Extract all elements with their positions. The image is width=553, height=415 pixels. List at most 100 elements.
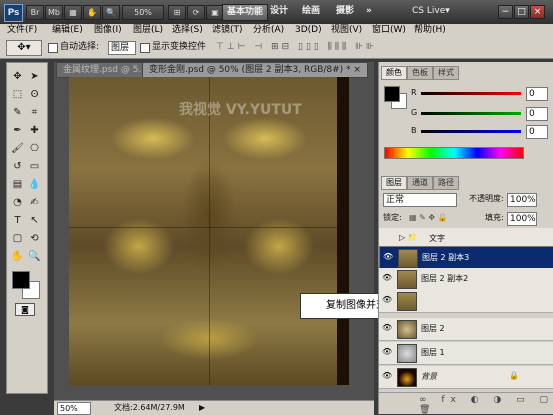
blend-mode-dropdown[interactable]: 正常 <box>383 193 457 207</box>
menu-layer[interactable]: 图层(L) <box>133 24 163 37</box>
blue-value-field[interactable]: 0 <box>526 125 548 139</box>
layer-name: 文字 <box>429 234 445 243</box>
show-transform-checkbox[interactable] <box>140 43 150 53</box>
view-extras-button[interactable]: ▦ <box>64 5 82 20</box>
menu-image[interactable]: 图像(I) <box>94 24 122 37</box>
opacity-field[interactable]: 100% <box>507 193 537 207</box>
hand-icon[interactable]: ✋ <box>83 5 101 20</box>
menu-help[interactable]: 帮助(H) <box>414 24 446 37</box>
marquee-tool-icon[interactable]: ⬚ <box>10 87 25 102</box>
dodge-tool-icon[interactable]: ◔ <box>10 195 25 210</box>
menu-analysis[interactable]: 分析(A) <box>253 24 284 37</box>
close-tab-icon[interactable]: × <box>353 65 361 75</box>
tab-transformers[interactable]: 变形金刚.psd @ 50% (图层 2 副本3, RGB/8#) * × <box>142 62 368 78</box>
foreground-color-swatch[interactable] <box>12 271 30 289</box>
menu-file[interactable]: 文件(F) <box>7 24 37 37</box>
layer-row-copy3[interactable]: 👁 图层 2 副本3 <box>379 246 553 270</box>
layer-row-hidden[interactable]: 👁 <box>379 290 553 313</box>
menu-window[interactable]: 窗口(W) <box>372 24 406 37</box>
quick-select-icon[interactable]: ✎ <box>10 105 25 120</box>
menu-view[interactable]: 视图(V) <box>331 24 362 37</box>
zoom-level-select[interactable]: 50% <box>122 5 164 20</box>
visibility-icon[interactable]: 👁 <box>382 295 392 305</box>
3d-rotate-icon[interactable]: ⟲ <box>27 231 42 246</box>
workspace-photography[interactable]: 摄影 <box>336 4 354 19</box>
tab-swatches[interactable]: 色板 <box>407 66 433 80</box>
menu-filter[interactable]: 滤镜(T) <box>212 24 243 37</box>
eraser-icon[interactable]: ▭ <box>27 159 42 174</box>
visibility-icon[interactable]: 👁 <box>382 273 392 283</box>
lock-label: 锁定: <box>383 213 402 222</box>
lock-icons[interactable]: ▦ ✎ ✥ 🔒 <box>409 212 448 224</box>
gradient-tool-icon[interactable]: ▤ <box>10 177 25 192</box>
green-slider[interactable] <box>421 112 521 115</box>
visibility-icon[interactable]: 👁 <box>382 323 392 333</box>
visibility-icon[interactable] <box>382 233 392 243</box>
bridge-button[interactable]: Br <box>26 5 44 20</box>
path-select-icon[interactable]: ↖ <box>27 213 42 228</box>
workspace-design[interactable]: 设计 <box>270 4 288 19</box>
align-buttons[interactable]: ⊤⊥⊢ ⊣ ⊞⊟ ▯▯▯ ⫼⫼⫼ ⊪⊪ <box>216 42 377 52</box>
document-canvas[interactable]: 我视觉 VY.YUTUT <box>69 77 349 385</box>
menu-bar: 文件(F) 编辑(E) 图像(I) 图层(L) 选择(S) 滤镜(T) 分析(A… <box>0 24 553 38</box>
move-tool-icon[interactable]: ✥ <box>10 69 25 84</box>
tab-color[interactable]: 颜色 <box>381 66 407 80</box>
layer-row-layer1[interactable]: 👁 图层 1 <box>379 342 553 365</box>
workspace-essentials[interactable]: 基本功能 <box>222 4 269 21</box>
auto-select-checkbox[interactable] <box>48 43 58 53</box>
zoom-tool-panel-icon[interactable]: 🔍 <box>27 249 42 264</box>
visibility-icon[interactable]: 👁 <box>382 371 392 381</box>
pen-tool-icon[interactable]: ✍ <box>27 195 42 210</box>
hand-tool-icon[interactable]: ✋ <box>10 249 25 264</box>
cs-live-button[interactable]: CS Live▾ <box>412 4 450 19</box>
red-slider[interactable] <box>421 92 521 95</box>
color-spectrum-bar[interactable] <box>384 147 524 159</box>
tab-paths[interactable]: 路径 <box>433 176 459 190</box>
grid-icon[interactable]: ⊞ <box>168 5 186 20</box>
menu-3d[interactable]: 3D(D) <box>295 24 322 37</box>
history-brush-icon[interactable]: ↺ <box>10 159 25 174</box>
menu-select[interactable]: 选择(S) <box>172 24 203 37</box>
minimize-icon[interactable]: − <box>498 5 513 19</box>
color-fg-swatch[interactable] <box>384 86 400 102</box>
blue-slider[interactable] <box>421 130 521 133</box>
shape-tool-icon[interactable]: ▢ <box>10 231 25 246</box>
zoom-tool-icon[interactable]: 🔍 <box>102 5 120 20</box>
minibridge-button[interactable]: Mb <box>45 5 63 20</box>
maximize-icon[interactable]: □ <box>514 5 529 19</box>
layer-row-layer2[interactable]: 👁 图层 2 <box>379 318 553 341</box>
tab-layers[interactable]: 图层 <box>381 176 407 190</box>
close-icon[interactable]: × <box>530 5 545 19</box>
green-value-field[interactable]: 0 <box>526 107 548 121</box>
status-menu-icon[interactable]: ▶ <box>199 402 205 414</box>
tab-channels[interactable]: 通道 <box>407 176 433 190</box>
visibility-icon[interactable]: 👁 <box>382 347 392 357</box>
healing-brush-icon[interactable]: ✚ <box>27 123 42 138</box>
arrow-icon[interactable]: ➤ <box>27 69 42 84</box>
layer-name: 背景 <box>421 372 437 381</box>
layer-row-copy2[interactable]: 👁 图层 2 副本2 <box>379 268 553 291</box>
quick-mask-icon[interactable]: ◙ <box>15 303 35 316</box>
red-value-field[interactable]: 0 <box>526 87 548 101</box>
blur-tool-icon[interactable]: 💧 <box>27 177 42 192</box>
brush-tool-icon[interactable]: 🖌 <box>10 141 25 156</box>
visibility-icon[interactable]: 👁 <box>383 252 393 262</box>
clone-stamp-icon[interactable]: ⎔ <box>27 141 42 156</box>
workspace-painting[interactable]: 绘画 <box>302 4 320 19</box>
eyedropper-icon[interactable]: ✒ <box>10 123 25 138</box>
tools-panel: ✥ ➤ ⬚ ʘ ✎ ⌗ ✒ ✚ 🖌 ⎔ ↺ ▭ ▤ 💧 ◔ ✍ T ↖ ▢ ⟲ … <box>6 62 48 394</box>
move-tool-preset-icon[interactable]: ✥▾ <box>6 40 42 56</box>
auto-select-dropdown[interactable]: 图层 <box>108 41 136 55</box>
type-tool-icon[interactable]: T <box>10 213 25 228</box>
status-zoom-field[interactable]: 50% <box>57 402 91 415</box>
lasso-tool-icon[interactable]: ʘ <box>27 87 42 102</box>
layer-row-background[interactable]: 👁 背景 🔒 <box>379 366 553 389</box>
tab-styles[interactable]: 样式 <box>433 66 459 80</box>
crop-tool-icon[interactable]: ⌗ <box>27 105 42 120</box>
menu-edit[interactable]: 编辑(E) <box>52 24 83 37</box>
fill-field[interactable]: 100% <box>507 212 537 226</box>
more-workspaces-icon[interactable]: » <box>366 4 372 19</box>
layer-actions-icons[interactable]: ∞ fx ◐ ◑ ▭ ▢ 🗑 <box>419 395 553 415</box>
layer-thumbnail <box>397 344 417 363</box>
rotate-view-icon[interactable]: ⟳ <box>187 5 205 20</box>
